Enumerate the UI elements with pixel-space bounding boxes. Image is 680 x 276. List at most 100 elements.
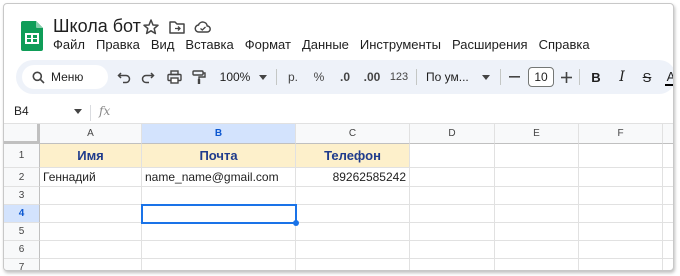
column-header-b[interactable]: B xyxy=(142,124,296,144)
cell-e5[interactable] xyxy=(495,223,579,241)
increase-font-size-button[interactable] xyxy=(560,69,572,85)
cell-e7[interactable] xyxy=(495,259,579,270)
paint-format-button[interactable] xyxy=(191,69,207,85)
row-header-5[interactable]: 5 xyxy=(4,223,40,241)
number-format-button[interactable]: 123 xyxy=(389,69,409,85)
star-icon[interactable] xyxy=(142,18,160,36)
increase-decimals-button[interactable]: .00 xyxy=(361,69,383,85)
cell-b6[interactable] xyxy=(142,241,296,259)
column-header-d[interactable]: D xyxy=(410,124,495,144)
cell-g2[interactable] xyxy=(663,168,673,187)
decrease-font-size-button[interactable] xyxy=(508,69,520,85)
percent-format-button[interactable]: % xyxy=(312,69,326,85)
row-header-3[interactable]: 3 xyxy=(4,187,40,205)
row-header-6[interactable]: 6 xyxy=(4,241,40,259)
cell-d6[interactable] xyxy=(410,241,495,259)
cell-e2[interactable] xyxy=(495,168,579,187)
row-header-4[interactable]: 4 xyxy=(4,205,40,223)
cell-f3[interactable] xyxy=(579,187,663,205)
cell-f4[interactable] xyxy=(579,205,663,223)
row-header-2[interactable]: 2 xyxy=(4,168,40,187)
font-family-dropdown[interactable] xyxy=(481,69,491,85)
row-header-7[interactable]: 7 xyxy=(4,259,40,270)
cell-e6[interactable] xyxy=(495,241,579,259)
cell-b5[interactable] xyxy=(142,223,296,241)
name-box-dropdown-icon[interactable] xyxy=(74,109,82,114)
undo-button[interactable] xyxy=(116,69,132,85)
strikethrough-button[interactable]: S xyxy=(640,69,654,85)
currency-format-button[interactable]: р. xyxy=(286,69,300,85)
cell-g3[interactable] xyxy=(663,187,673,205)
menu-tools[interactable]: Инструменты xyxy=(360,37,441,52)
cell-g6[interactable] xyxy=(663,241,673,259)
font-family-select[interactable]: По ум... xyxy=(426,69,476,85)
cell-g1[interactable] xyxy=(663,144,673,168)
column-header-e[interactable]: E xyxy=(495,124,579,144)
cell-b3[interactable] xyxy=(142,187,296,205)
row-header-1[interactable]: 1 xyxy=(4,144,40,168)
cell-b7[interactable] xyxy=(142,259,296,270)
cell-d7[interactable] xyxy=(410,259,495,270)
cell-f2[interactable] xyxy=(579,168,663,187)
menu-edit[interactable]: Правка xyxy=(96,37,140,52)
document-title[interactable]: Школа бот xyxy=(53,16,141,37)
column-header-next[interactable] xyxy=(663,124,673,144)
cell-f5[interactable] xyxy=(579,223,663,241)
column-header-f[interactable]: F xyxy=(579,124,663,144)
cell-d2[interactable] xyxy=(410,168,495,187)
column-header-a[interactable]: A xyxy=(40,124,142,144)
cell-f6[interactable] xyxy=(579,241,663,259)
cell-g5[interactable] xyxy=(663,223,673,241)
cell-a3[interactable] xyxy=(40,187,142,205)
print-button[interactable] xyxy=(166,69,182,85)
cell-c7[interactable] xyxy=(296,259,410,270)
cell-d5[interactable] xyxy=(410,223,495,241)
cell-f1[interactable] xyxy=(579,144,663,168)
cell-d4[interactable] xyxy=(410,205,495,223)
cell-a2[interactable]: Геннадий xyxy=(40,168,142,187)
cell-a1[interactable]: Имя xyxy=(40,144,142,168)
redo-button[interactable] xyxy=(140,69,156,85)
cell-f7[interactable] xyxy=(579,259,663,270)
cell-e4[interactable] xyxy=(495,205,579,223)
cloud-saved-icon[interactable] xyxy=(194,18,212,36)
font-size-input[interactable]: 10 xyxy=(528,67,554,87)
zoom-dropdown[interactable] xyxy=(258,69,268,85)
decrease-decimals-button[interactable]: .0 xyxy=(335,69,355,85)
menu-search[interactable]: Меню xyxy=(22,65,108,89)
active-cell-selection[interactable] xyxy=(141,204,297,224)
move-to-folder-icon[interactable] xyxy=(168,18,186,36)
select-all-corner[interactable] xyxy=(4,124,40,144)
cell-d1[interactable] xyxy=(410,144,495,168)
cell-d3[interactable] xyxy=(410,187,495,205)
text-color-button[interactable]: A xyxy=(665,69,673,86)
cell-c5[interactable] xyxy=(296,223,410,241)
menu-help[interactable]: Справка xyxy=(539,37,590,52)
cell-b2[interactable]: name_name@gmail.com xyxy=(142,168,296,187)
cell-c1[interactable]: Телефон xyxy=(296,144,410,168)
sheets-logo-icon[interactable] xyxy=(21,21,43,51)
cell-c3[interactable] xyxy=(296,187,410,205)
cell-c2[interactable]: 89262585242 xyxy=(296,168,410,187)
menu-insert[interactable]: Вставка xyxy=(185,37,233,52)
cell-a7[interactable] xyxy=(40,259,142,270)
italic-button[interactable]: I xyxy=(615,69,629,85)
cell-g4[interactable] xyxy=(663,205,673,223)
cell-a5[interactable] xyxy=(40,223,142,241)
column-header-c[interactable]: C xyxy=(296,124,410,144)
bold-button[interactable]: B xyxy=(589,69,603,85)
cell-g7[interactable] xyxy=(663,259,673,270)
menu-format[interactable]: Формат xyxy=(245,37,291,52)
menu-data[interactable]: Данные xyxy=(302,37,349,52)
menu-file[interactable]: Файл xyxy=(53,37,85,52)
cell-e1[interactable] xyxy=(495,144,579,168)
cell-b1[interactable]: Почта xyxy=(142,144,296,168)
cell-e3[interactable] xyxy=(495,187,579,205)
cell-c6[interactable] xyxy=(296,241,410,259)
menu-extensions[interactable]: Расширения xyxy=(452,37,528,52)
cell-a4[interactable] xyxy=(40,205,142,223)
cell-a6[interactable] xyxy=(40,241,142,259)
menu-view[interactable]: Вид xyxy=(151,37,175,52)
cell-c4[interactable] xyxy=(296,205,410,223)
name-box[interactable]: B4 xyxy=(14,104,29,118)
